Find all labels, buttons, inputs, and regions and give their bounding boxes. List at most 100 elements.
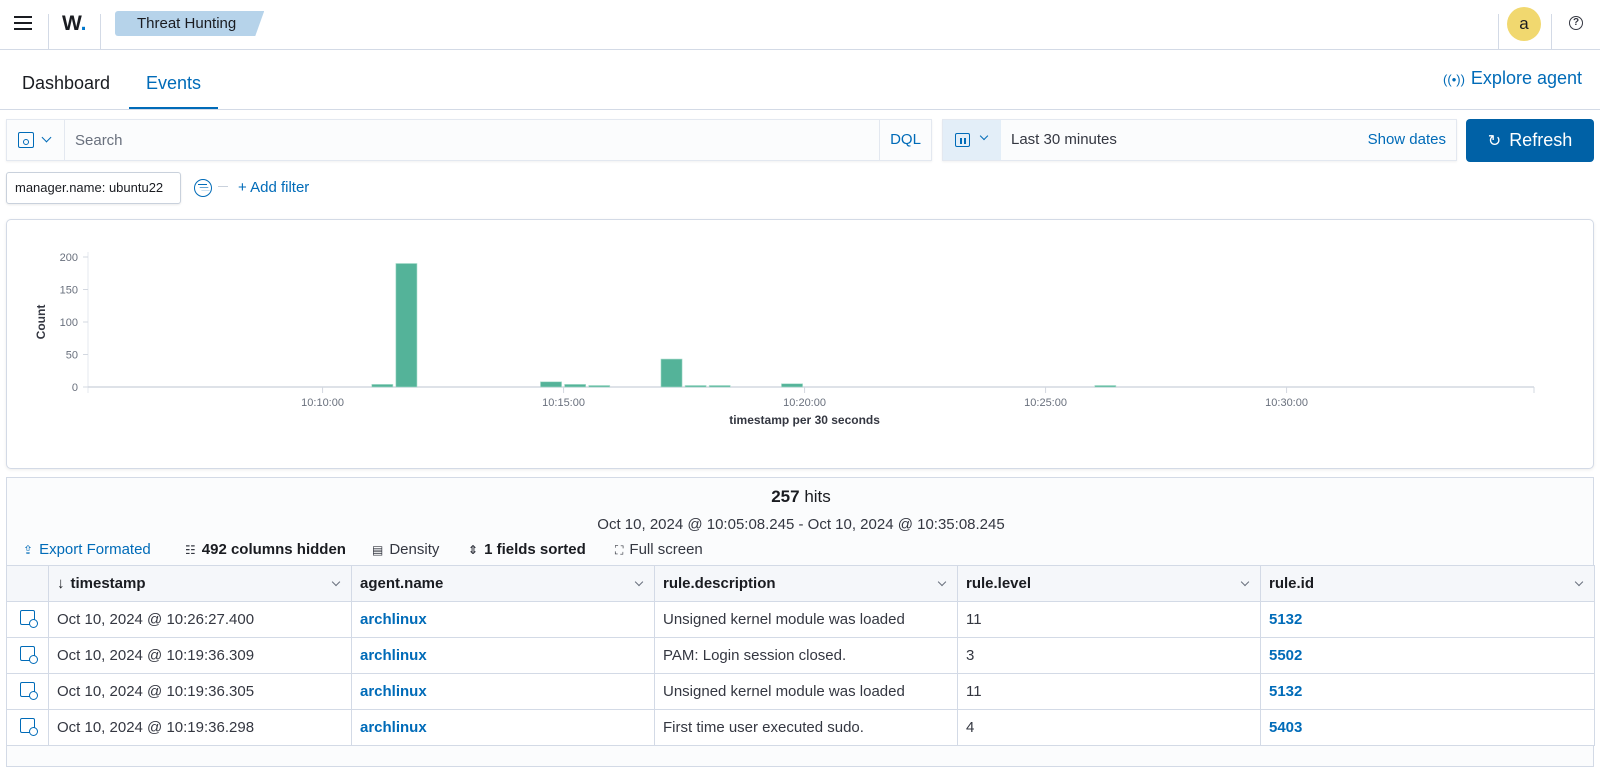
divider	[48, 14, 49, 50]
results-time-range: Oct 10, 2024 @ 10:05:08.245 - Oct 10, 20…	[597, 516, 1005, 533]
y-tick-label: 50	[66, 350, 78, 362]
chevron-down-icon[interactable]	[937, 577, 947, 587]
hits-summary: 257 hits	[7, 487, 1595, 507]
table-row: Oct 10, 2024 @ 10:26:27.400 archlinux Un…	[6, 601, 1595, 638]
inspect-document-icon[interactable]	[20, 610, 38, 628]
x-tick-label: 10:25:00	[1024, 397, 1067, 409]
cell-rule-id[interactable]: 5132	[1260, 601, 1595, 638]
divider	[100, 14, 101, 50]
column-header-agent-name[interactable]: agent.name	[351, 565, 655, 602]
density-button[interactable]: ▤ Density	[372, 540, 439, 560]
export-formatted-button[interactable]: ⇪ Export Formated	[23, 540, 151, 560]
columns-hidden-button[interactable]: ☷ 492 columns hidden	[185, 540, 346, 560]
histogram-bar	[395, 263, 418, 388]
inspect-document-icon[interactable]	[20, 682, 38, 700]
tab-dashboard[interactable]: Dashboard	[5, 50, 127, 109]
filter-menu-icon[interactable]	[194, 179, 212, 197]
cell-agent-name[interactable]: archlinux	[351, 709, 655, 746]
x-tick-label: 10:20:00	[783, 397, 826, 409]
filter-pill[interactable]: manager.name: ubuntu22	[6, 172, 181, 204]
cell-rule-id[interactable]: 5403	[1260, 709, 1595, 746]
chevron-down-icon[interactable]	[1574, 577, 1584, 587]
app-logo[interactable]: W.	[62, 12, 87, 36]
save-icon	[18, 132, 34, 148]
search-input[interactable]	[66, 120, 866, 160]
query-language-button[interactable]: DQL	[879, 120, 931, 160]
explore-agent-label: Explore agent	[1470, 68, 1582, 88]
antenna-icon: ((•))	[1443, 72, 1465, 87]
breadcrumb-threat-hunting[interactable]: Threat Hunting	[115, 11, 265, 36]
columns-icon: ☷	[185, 543, 196, 557]
inspect-cell	[6, 709, 49, 746]
inspect-document-icon[interactable]	[20, 646, 38, 664]
histogram-bar	[371, 384, 394, 388]
x-tick-label: 10:10:00	[301, 397, 344, 409]
histogram-bar	[588, 385, 611, 388]
x-tick-label: 10:30:00	[1265, 397, 1308, 409]
histogram-bar	[708, 385, 731, 388]
histogram-panel: 0 50 100 150 200 10:10:00 10:15:00 10:20:00 10:2…	[6, 219, 1594, 469]
cell-timestamp: Oct 10, 2024 @ 10:19:36.309	[48, 637, 352, 674]
y-axis-label: Count	[34, 305, 48, 340]
user-avatar[interactable]: a	[1507, 7, 1541, 41]
chevron-down-icon	[979, 131, 989, 141]
divider	[1551, 14, 1552, 50]
column-label: agent.name	[360, 575, 444, 592]
table-header-row: ↓ timestamp agent.name rule.description r…	[6, 565, 1595, 602]
column-header-rule-id[interactable]: rule.id	[1260, 565, 1595, 602]
cell-rule-description: Unsigned kernel module was loaded	[654, 673, 958, 710]
sort-fields-button[interactable]: ⇕ 1 fields sorted	[468, 540, 586, 560]
full-screen-button[interactable]: ⛶ Full screen	[615, 540, 703, 560]
refresh-label: Refresh	[1509, 130, 1573, 150]
column-label: rule.level	[966, 575, 1032, 592]
menu-icon[interactable]	[10, 12, 36, 38]
histogram-bar	[1094, 385, 1117, 388]
saved-queries-button[interactable]	[7, 120, 65, 160]
cell-agent-name[interactable]: archlinux	[351, 673, 655, 710]
columns-hidden-label: 492 columns hidden	[201, 541, 346, 558]
explore-agent-button[interactable]: ((•)) Explore agent	[1443, 68, 1582, 89]
cell-rule-description: Unsigned kernel module was loaded	[654, 601, 958, 638]
column-label: rule.description	[663, 575, 776, 592]
refresh-icon: ↻	[1487, 133, 1502, 150]
top-header: W. Threat Hunting a ?	[0, 0, 1600, 50]
table-row: Oct 10, 2024 @ 10:19:36.309 archlinux PA…	[6, 637, 1595, 674]
histogram-bar	[660, 358, 683, 388]
help-icon[interactable]: ?	[1569, 16, 1583, 30]
divider	[1498, 14, 1499, 50]
date-range-text[interactable]: Last 30 minutes	[1011, 120, 1117, 160]
sort-icon: ⇕	[468, 543, 479, 557]
x-tick-label: 10:15:00	[542, 397, 585, 409]
query-bar: DQL	[6, 119, 932, 161]
column-header-rule-description[interactable]: rule.description	[654, 565, 958, 602]
inspect-document-icon[interactable]	[20, 718, 38, 736]
cell-agent-name[interactable]: archlinux	[351, 637, 655, 674]
add-filter-button[interactable]: + Add filter	[238, 172, 309, 204]
chevron-down-icon[interactable]	[331, 577, 341, 587]
y-tick-label: 100	[60, 317, 78, 329]
cell-rule-id[interactable]: 5132	[1260, 673, 1595, 710]
chevron-down-icon[interactable]	[1240, 577, 1250, 587]
inspect-cell	[6, 637, 49, 674]
show-dates-button[interactable]: Show dates	[1368, 120, 1446, 160]
histogram-chart[interactable]: 0 50 100 150 200 10:10:00 10:15:00 10:20:00 10:2…	[7, 220, 1595, 470]
quick-menu-button[interactable]	[943, 120, 1001, 160]
column-header-timestamp[interactable]: ↓ timestamp	[48, 565, 352, 602]
y-tick-label: 0	[72, 382, 78, 394]
calendar-icon	[955, 133, 970, 147]
tab-events[interactable]: Events	[129, 50, 219, 109]
refresh-button[interactable]: ↻ Refresh	[1466, 119, 1594, 162]
density-icon: ▤	[372, 543, 384, 557]
cell-timestamp: Oct 10, 2024 @ 10:26:27.400	[48, 601, 352, 638]
inspect-cell	[6, 601, 49, 638]
column-label: rule.id	[1269, 575, 1315, 592]
fullscreen-icon: ⛶	[615, 543, 624, 557]
sort-desc-icon: ↓	[57, 575, 65, 592]
table-row: Oct 10, 2024 @ 10:19:36.305 archlinux Un…	[6, 673, 1595, 710]
chevron-down-icon[interactable]	[634, 577, 644, 587]
column-label: timestamp	[70, 575, 146, 592]
cell-rule-id[interactable]: 5502	[1260, 637, 1595, 674]
column-header-rule-level[interactable]: rule.level	[957, 565, 1261, 602]
cell-agent-name[interactable]: archlinux	[351, 601, 655, 638]
cell-rule-description: First time user executed sudo.	[654, 709, 958, 746]
